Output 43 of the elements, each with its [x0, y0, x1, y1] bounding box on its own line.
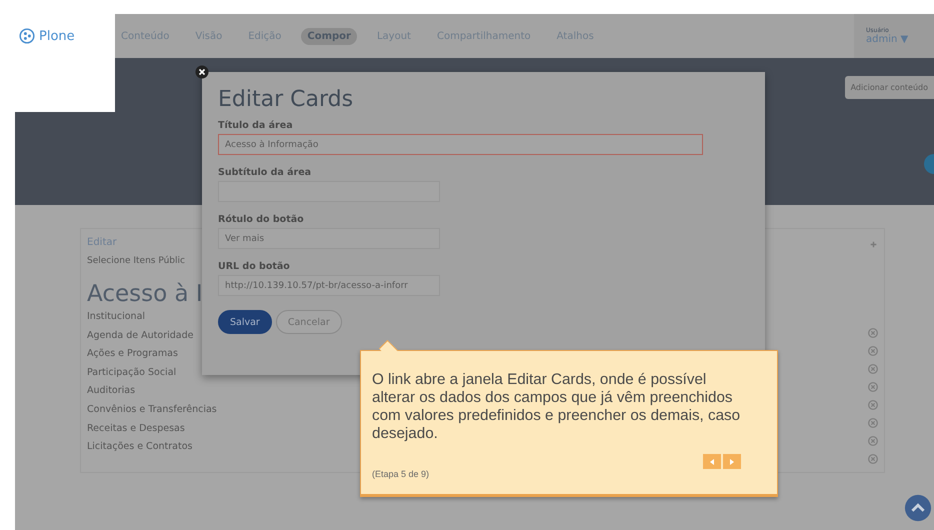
input-field[interactable]: Acesso à Informação: [218, 134, 703, 155]
card-list-item: Participação Social: [87, 366, 176, 380]
right-triangle-icon: [728, 458, 736, 466]
remove-icon[interactable]: [868, 454, 878, 464]
remove-icon[interactable]: [868, 364, 878, 374]
card-list-item: Institucional: [87, 310, 146, 324]
tooltip-text: O link abre a janela Editar Cards, onde é possível alterar os dados dos campos que já vêm preenchidos com valores predefinidos e preencher os demais, caso desejado.: [372, 371, 741, 443]
input-field[interactable]: http://10.139.10.57/pt-br/acesso-a-inforr: [218, 275, 440, 296]
card-list-item: Auditorias: [87, 384, 136, 398]
user-menu[interactable]: admin ▼: [866, 34, 934, 45]
scroll-top-icon[interactable]: [904, 494, 932, 522]
previous-button[interactable]: [703, 454, 721, 469]
remove-icon[interactable]: [868, 400, 878, 410]
plone-logo-icon: [19, 28, 35, 44]
logo-text[interactable]: Plone: [39, 28, 75, 44]
tour-step: (Etapa 5 de 9): [372, 469, 430, 479]
card-list-item: Ações e Programas: [87, 347, 178, 362]
card-hint: Selecione Itens Públic: [87, 256, 185, 266]
add-icon[interactable]: [869, 241, 878, 248]
remove-icon[interactable]: [868, 418, 878, 428]
left-triangle-icon: [708, 458, 716, 466]
remove-icon[interactable]: [868, 346, 878, 356]
remove-icon[interactable]: [868, 328, 878, 338]
save-button[interactable]: Salvar: [218, 310, 272, 334]
add-content-button[interactable]: Adicionar conteúdo: [844, 76, 934, 99]
dialog-title: Editar Cards: [218, 86, 354, 114]
card-list-item: Receitas e Despesas: [87, 422, 185, 436]
remove-icon[interactable]: [868, 436, 878, 446]
card-list-item: Agenda de Autoridade: [87, 328, 194, 343]
next-button[interactable]: [723, 454, 741, 469]
close-icon[interactable]: [195, 65, 209, 79]
field-label: Título da área: [218, 120, 294, 131]
input-field[interactable]: Ver mais: [218, 228, 440, 249]
edit-link[interactable]: Editar: [87, 237, 117, 248]
card-list-item: Licitações e Contratos: [87, 440, 192, 454]
field-label: Subtítulo da área: [218, 167, 312, 178]
cancel-button[interactable]: Cancelar: [276, 310, 342, 334]
remove-icon[interactable]: [868, 382, 878, 392]
card-list-item: Convênios e Transferências: [87, 402, 217, 417]
card-title: Acesso à I: [87, 280, 203, 308]
field-label: Rótulo do botão: [218, 214, 305, 225]
toolbar-menu-item[interactable]: Compor: [301, 28, 357, 44]
field-label: URL do botão: [218, 261, 291, 272]
